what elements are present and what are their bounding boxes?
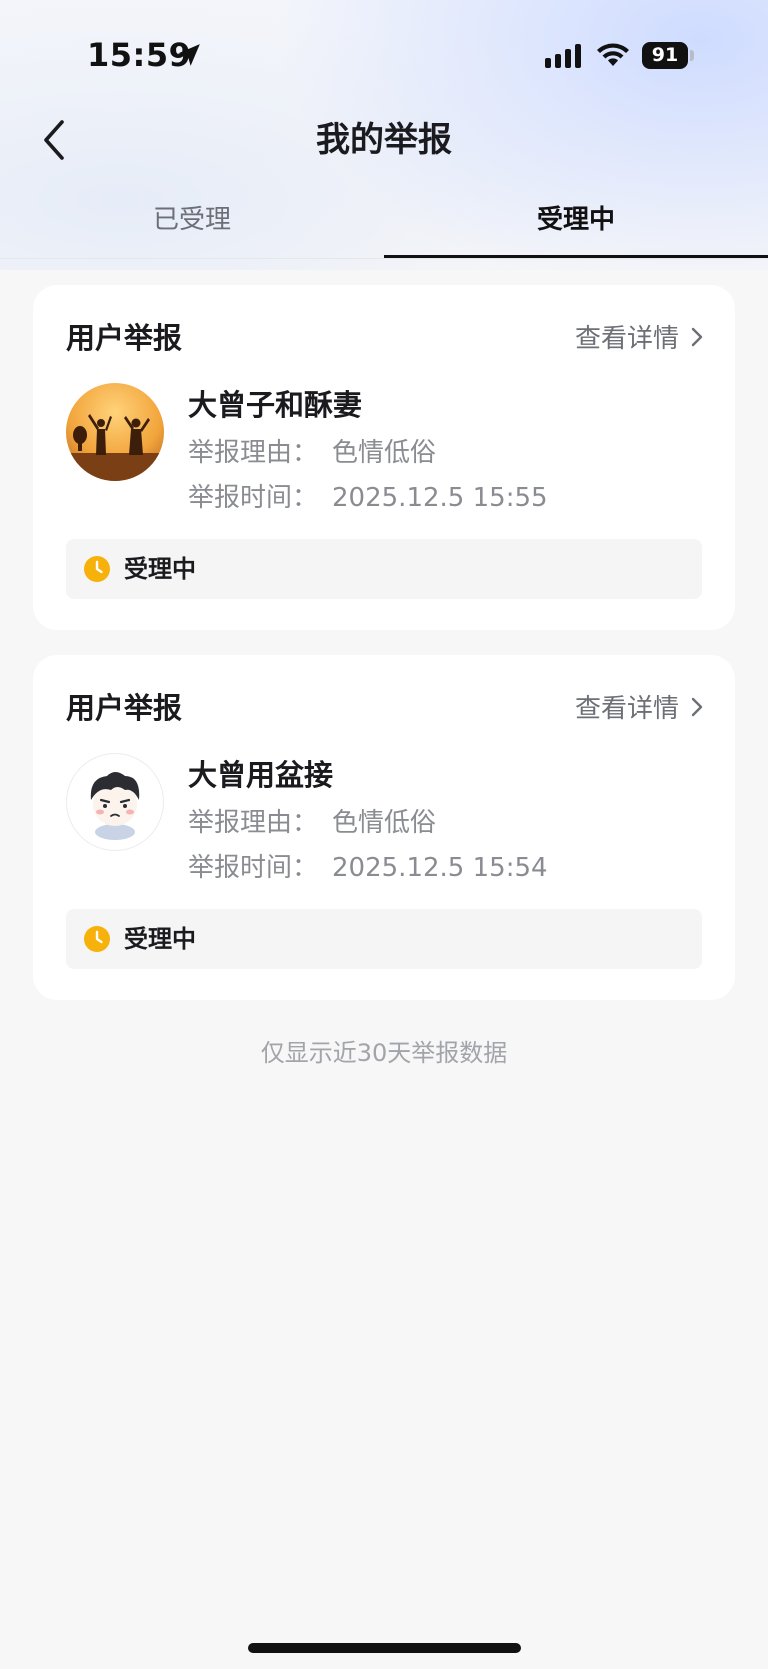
report-time: 举报时间： 2025.12.5 15:54 — [188, 847, 548, 884]
report-card[interactable]: 用户举报 查看详情 大曾用盆接 举报理由： 色情低俗 举报时间： 2025.12.5… — [33, 655, 735, 1000]
battery-icon: 91 — [642, 42, 694, 69]
status-row: 受理中 — [66, 909, 702, 969]
view-details-label: 查看详情 — [574, 694, 679, 724]
chevron-right-icon — [691, 327, 703, 346]
report-type: 用户举报 — [66, 321, 183, 355]
status-bar: 15:59 91 — [0, 0, 768, 110]
report-time: 举报时间： 2025.12.5 15:55 — [188, 477, 548, 514]
page-title: 我的举报 — [316, 120, 452, 160]
time-label: 举报时间： — [188, 853, 319, 883]
tab-accepted[interactable]: 已受理 — [0, 190, 384, 250]
reason-value: 色情低俗 — [332, 438, 437, 468]
view-details-link[interactable]: 查看详情 — [575, 318, 705, 355]
clock-icon — [84, 556, 110, 582]
avatar-image — [66, 414, 164, 481]
location-arrow-icon — [178, 44, 200, 66]
avatar[interactable] — [66, 753, 164, 851]
battery-level: 91 — [651, 44, 679, 66]
reason-label: 举报理由： — [188, 438, 319, 468]
view-details-link[interactable]: 查看详情 — [575, 688, 705, 725]
clock-icon — [84, 926, 110, 952]
status-label: 受理中 — [124, 925, 196, 953]
report-type: 用户举报 — [66, 691, 183, 725]
reported-user-name: 大曾用盆接 — [188, 758, 334, 792]
nav-bar: 我的举报 — [0, 110, 768, 170]
signal-icon — [545, 44, 581, 68]
time-value: 2025.12.5 15:55 — [332, 483, 548, 513]
reason-value: 色情低俗 — [332, 808, 437, 838]
report-reason: 举报理由： 色情低俗 — [188, 432, 436, 469]
home-indicator[interactable] — [248, 1643, 521, 1653]
tab-processing[interactable]: 受理中 — [384, 190, 768, 250]
view-details-label: 查看详情 — [574, 324, 679, 354]
wifi-icon — [597, 43, 629, 66]
avatar-image — [90, 772, 140, 840]
tab-bar: 已受理 受理中 — [0, 190, 768, 260]
avatar[interactable] — [66, 383, 164, 481]
time-label: 举报时间： — [188, 483, 319, 513]
reported-user-name: 大曾子和酥妻 — [188, 388, 363, 422]
footer-note: 仅显示近30天举报数据 — [260, 1039, 508, 1067]
chevron-right-icon — [691, 697, 703, 716]
report-card[interactable]: 用户举报 查看详情 大曾子和酥妻 举报理由： 色情低俗 举报时间： 2025.1… — [33, 285, 735, 630]
status-row: 受理中 — [66, 539, 702, 599]
report-reason: 举报理由： 色情低俗 — [188, 802, 436, 839]
time-value: 2025.12.5 15:54 — [332, 853, 548, 883]
status-label: 受理中 — [124, 555, 196, 583]
reason-label: 举报理由： — [188, 808, 319, 838]
back-button[interactable] — [36, 116, 76, 164]
tabs-divider — [0, 258, 768, 259]
